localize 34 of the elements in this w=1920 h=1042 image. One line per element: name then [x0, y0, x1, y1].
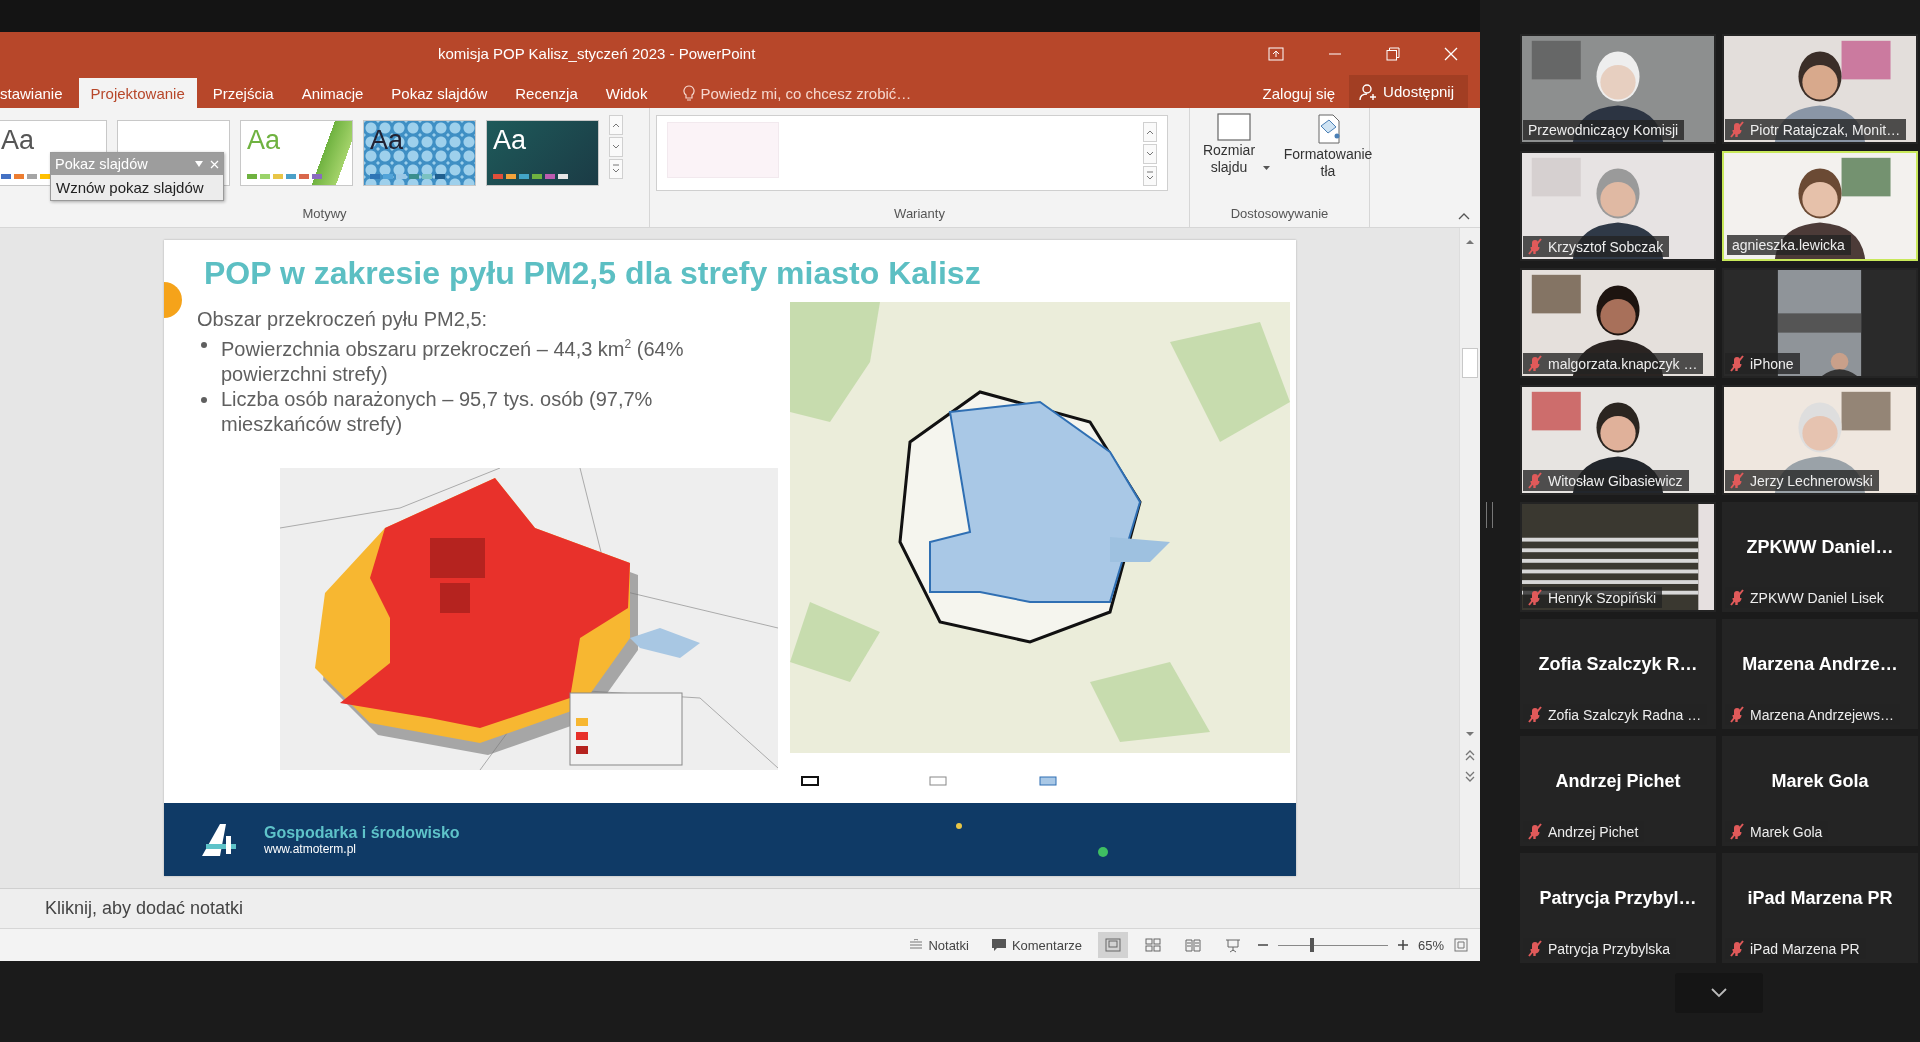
- participant-name: agnieszka.lewicka: [1732, 237, 1845, 253]
- participant-name: ZPKWW Daniel Lisek: [1750, 589, 1884, 606]
- toolbar-title: Pokaz slajdów: [55, 156, 149, 172]
- participant-name: iPad Marzena PR: [1750, 940, 1860, 957]
- display-name: Marek Gola: [1770, 771, 1870, 792]
- group-label: Motywy: [301, 205, 348, 223]
- bullet-text: Liczba osób narażonych – 95,7 tys. osób (97,7% mieszkańców strefy): [221, 386, 654, 437]
- display-name: Patrycja Przybyl…: [1538, 888, 1698, 909]
- footer-url: www.atmoterm.pl: [264, 841, 358, 856]
- slide-title: POP w zakresie pyłu PM2,5 dla strefy miasto Kalisz: [204, 254, 981, 292]
- display-name: Marzena Andrze…: [1741, 654, 1899, 675]
- participant-name: iPhone: [1750, 355, 1794, 372]
- group-label: Warianty: [893, 205, 946, 223]
- participant-name: Marzena Andrzejews…: [1750, 706, 1894, 723]
- bullet-text: Powierzchnia obszaru przekroczeń – 44,3 km$^{2}$ (64% powierzchni strefy): [221, 336, 685, 387]
- participant-name: Zofia Szalczyk Radna …: [1548, 706, 1702, 723]
- participant-name: Marek Gola: [1750, 823, 1823, 840]
- display-name: Zofia Szalczyk R…: [1537, 654, 1699, 675]
- display-name: ZPKWW Daniel…: [1745, 537, 1895, 558]
- participant-name: Krzysztof Sobczak: [1548, 238, 1664, 255]
- display-name: iPad Marzena PR: [1746, 888, 1894, 909]
- participant-name: Jerzy Lechnerowski: [1750, 472, 1873, 489]
- group-label: Dostosowywanie: [1229, 205, 1330, 223]
- participant-name: Piotr Ratajczak, Monit…: [1750, 121, 1901, 138]
- participant-name: Patrycja Przybylska: [1548, 940, 1671, 957]
- display-name: Andrzej Pichet: [1554, 771, 1682, 792]
- slide-text: Obszar przekroczeń pyłu PM2,5:: [197, 307, 489, 332]
- footer-title: Gospodarka i środowisko: [264, 823, 460, 842]
- participant-name: Witosław Gibasiewicz: [1548, 472, 1683, 489]
- participant-name: Henryk Szopiński: [1548, 589, 1657, 606]
- participant-name: Przewodniczący Komisji: [1528, 122, 1679, 138]
- participant-name: Andrzej Pichet: [1548, 823, 1639, 840]
- participant-name: malgorzata.knapczyk …: [1548, 355, 1698, 372]
- window-title: komisja POP Kalisz_styczeń 2023 - PowerPoint: [438, 45, 756, 62]
